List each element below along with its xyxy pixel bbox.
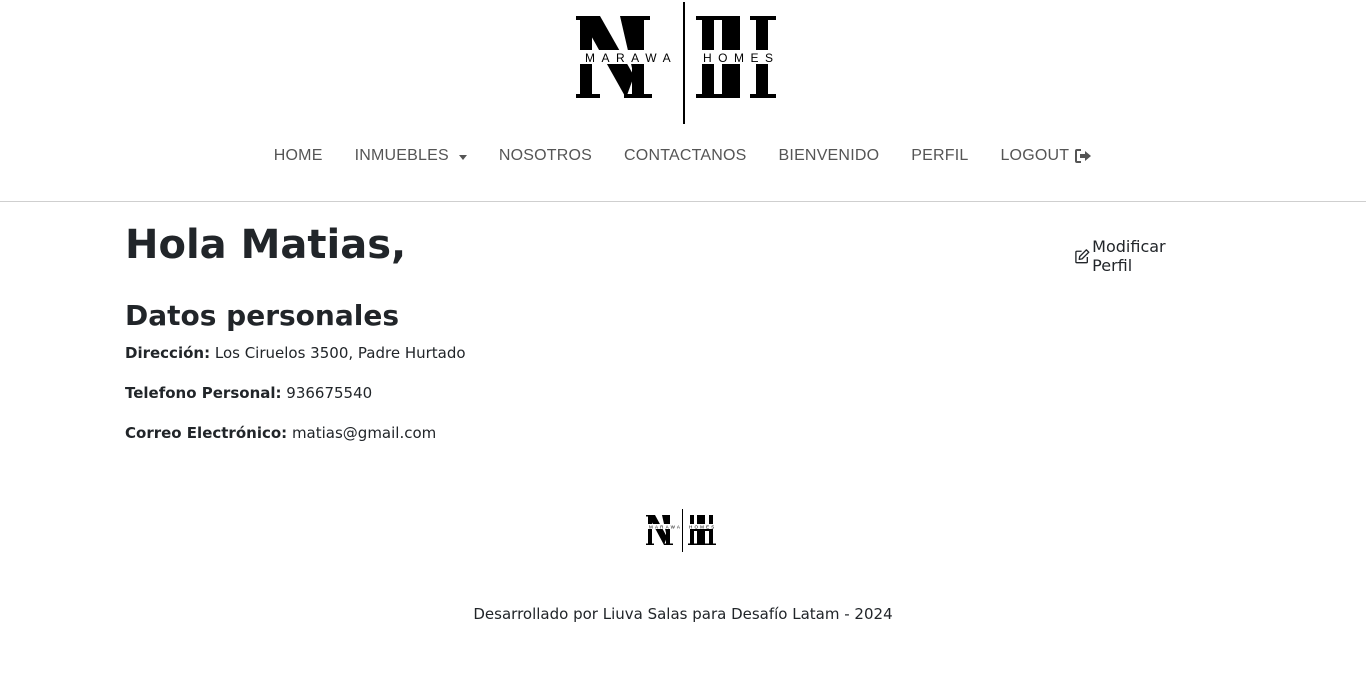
field-telefono-value: 936675540 [286, 384, 373, 402]
field-correo: Correo Electrónico: matias@gmail.com [125, 422, 436, 444]
field-direccion-value: Los Ciruelos 3500, Padre Hurtado [214, 344, 466, 362]
nav-bienvenido-label: BIENVENIDO [778, 147, 880, 164]
svg-text:HOMES: HOMES [689, 525, 717, 530]
nav-logout[interactable]: LOGOUT [1000, 144, 1092, 168]
sign-out-icon [1075, 149, 1092, 163]
nav-home-label: HOME [273, 147, 323, 164]
nav-nosotros-label: NOSOTROS [498, 147, 593, 164]
logo-text-right: HOMES [703, 51, 780, 65]
logo-text-left: MARAWA [585, 51, 677, 65]
footer-logo: MARAWA HOMES [646, 509, 720, 552]
footer-credits: Desarrollado por Liuva Salas para Desafí… [473, 605, 893, 623]
field-direccion-label: Dirección: [125, 344, 211, 362]
field-telefono: Telefono Personal: 936675540 [125, 382, 372, 404]
field-correo-label: Correo Electrónico: [125, 424, 288, 442]
svg-text:MARAWA: MARAWA [649, 525, 682, 530]
nav-contactanos[interactable]: CONTACTANOS [624, 144, 747, 168]
nav-nosotros[interactable]: NOSOTROS [499, 144, 592, 168]
nav-home[interactable]: HOME [274, 144, 323, 168]
edit-profile-label: Modificar Perfil [1092, 237, 1166, 275]
nav-logout-label: LOGOUT [1000, 147, 1070, 164]
nav-perfil[interactable]: PERFIL [911, 144, 968, 168]
marawa-homes-logo[interactable]: MARAWA HOMES [576, 2, 792, 124]
main-nav: HOME INMUEBLES NOSOTROS CONTACTANOS BIEN… [0, 144, 1366, 168]
field-correo-value: matias@gmail.com [291, 424, 437, 442]
field-direccion: Dirección: Los Ciruelos 3500, Padre Hurt… [125, 342, 466, 364]
nav-perfil-label: PERFIL [911, 147, 969, 164]
field-telefono-label: Telefono Personal: [125, 384, 282, 402]
nav-inmuebles-label: INMUEBLES [354, 147, 449, 164]
section-title: Datos personales [125, 299, 399, 332]
nav-contactanos-label: CONTACTANOS [624, 147, 747, 164]
nav-inmuebles-dropdown[interactable]: INMUEBLES [355, 144, 467, 168]
edit-profile-button[interactable]: Modificar Perfil [1074, 237, 1205, 275]
page-title: Hola Matias, [125, 222, 407, 268]
caret-down-icon [458, 154, 467, 160]
site-header: MARAWA HOMES HOME INMUEBLES NOSOTROS CON… [0, 0, 1366, 202]
edit-icon [1075, 248, 1090, 263]
nav-bienvenido[interactable]: BIENVENIDO [779, 144, 880, 168]
